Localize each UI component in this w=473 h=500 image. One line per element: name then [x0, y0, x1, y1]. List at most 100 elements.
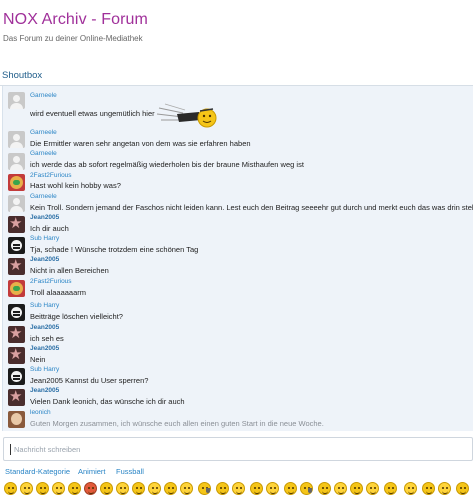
smiley-icon[interactable]: [300, 482, 313, 495]
face-avatar[interactable]: [8, 304, 25, 321]
site-subtitle: Das Forum zu deiner Online-Mediathek: [3, 34, 143, 43]
default-avatar[interactable]: [8, 153, 25, 170]
smiley-icon[interactable]: [266, 482, 279, 495]
message-text: Vielen Dank leonich, das wünsche ich dir…: [30, 397, 185, 406]
shout-message: 2Fast2Furious Troll alaaaaaarm: [3, 278, 473, 300]
smiley-icon[interactable]: [422, 482, 435, 495]
message-text: ich werde das ab sofort regelmäßig wiede…: [30, 160, 304, 169]
shout-message: leonich Guten Morgen zusammen, ich wünsc…: [3, 409, 473, 431]
smiley-icon[interactable]: [334, 482, 347, 495]
smiley-icon[interactable]: [198, 482, 211, 495]
smiley-icon[interactable]: [52, 482, 65, 495]
smiley-icon[interactable]: [100, 482, 113, 495]
star-avatar[interactable]: [8, 258, 25, 275]
star-avatar[interactable]: [8, 347, 25, 364]
smiley-icon[interactable]: [20, 482, 33, 495]
smiley-icon[interactable]: [216, 482, 229, 495]
smiley-icon[interactable]: [68, 482, 81, 495]
shout-message: 2Fast2Furious Hast wohl kein hobby was?: [3, 172, 473, 194]
shout-message: Garneele Kein Troll. Sondern jemand der …: [3, 193, 473, 215]
smiley-icon[interactable]: [250, 482, 263, 495]
shoutbox-title[interactable]: Shoutbox: [2, 70, 42, 81]
smiley-icon[interactable]: [438, 482, 451, 495]
shout-message: Jean2005 ich seh es: [3, 324, 473, 346]
message-text: Troll alaaaaaarm: [30, 288, 86, 297]
tab-standard-kategorie[interactable]: Standard-Kategorie: [5, 467, 70, 476]
star-avatar[interactable]: [8, 389, 25, 406]
smiley-icon[interactable]: [164, 482, 177, 495]
face-avatar[interactable]: [8, 237, 25, 254]
shout-message: Jean2005 Nicht in allen Bereichen: [3, 256, 473, 278]
motorbike-smiley-icon: [156, 103, 217, 128]
mickey-avatar[interactable]: [8, 280, 25, 297]
message-author[interactable]: Sub Harry: [30, 366, 59, 373]
shout-message: Garneele ich werde das ab sofort regelmä…: [3, 150, 473, 172]
smiley-icon[interactable]: [366, 482, 379, 495]
message-author[interactable]: Jean2005: [30, 345, 59, 352]
smiley-icon[interactable]: [36, 482, 49, 495]
site-title[interactable]: NOX Archiv - Forum: [3, 11, 148, 29]
message-author[interactable]: Garneele: [30, 129, 57, 136]
shout-message: Jean2005 Ich dir auch: [3, 214, 473, 236]
smiley-icon[interactable]: [384, 482, 397, 495]
message-text: Hast wohl kein hobby was?: [30, 181, 121, 190]
leonich-avatar[interactable]: [8, 411, 25, 428]
tab-animiert[interactable]: Animiert: [78, 467, 106, 476]
message-text: Guten Morgen zusammen, ich wünsche euch …: [30, 419, 324, 428]
message-input-placeholder: Nachricht schreiben: [14, 445, 81, 454]
message-text: Kein Troll. Sondern jemand der Faschos n…: [30, 203, 473, 212]
message-text: Ich dir auch: [30, 224, 69, 233]
shout-message: Sub Harry Beitträge löschen vielleicht?: [3, 302, 473, 324]
message-text: Nicht in allen Bereichen: [30, 266, 109, 275]
face-avatar[interactable]: [8, 368, 25, 385]
message-text: Jean2005 Kannst du User sperren?: [30, 376, 149, 385]
smiley-icon[interactable]: [232, 482, 245, 495]
shout-message: Garneele wird eventuell etwas ungemütlic…: [3, 86, 473, 128]
smiley-icon[interactable]: [456, 482, 469, 495]
star-avatar[interactable]: [8, 326, 25, 343]
shout-message: Sub Harry Tja, schade ! Wünsche trotzdem…: [3, 235, 473, 257]
message-author[interactable]: 2Fast2Furious: [30, 172, 72, 179]
message-text: Beitträge löschen vielleicht?: [30, 312, 123, 321]
message-author[interactable]: Sub Harry: [30, 302, 59, 309]
mickey-avatar[interactable]: [8, 174, 25, 191]
smiley-icon[interactable]: [350, 482, 363, 495]
shoutbox-messages[interactable]: Garneele wird eventuell etwas ungemütlic…: [2, 86, 473, 431]
message-author[interactable]: Garneele: [30, 92, 57, 99]
message-author[interactable]: Sub Harry: [30, 235, 59, 242]
message-author[interactable]: Jean2005: [30, 256, 59, 263]
smiley-icon[interactable]: [116, 482, 129, 495]
message-author[interactable]: leonich: [30, 409, 51, 416]
message-author[interactable]: Jean2005: [30, 324, 59, 331]
star-avatar[interactable]: [8, 216, 25, 233]
text-caret: [10, 444, 11, 455]
default-avatar[interactable]: [8, 92, 25, 109]
message-text: ich seh es: [30, 334, 64, 343]
message-text: Die Ermittler waren sehr angetan von dem…: [30, 139, 251, 148]
message-author[interactable]: Garneele: [30, 150, 57, 157]
message-author[interactable]: 2Fast2Furious: [30, 278, 72, 285]
default-avatar[interactable]: [8, 131, 25, 148]
smiley-icon[interactable]: [148, 482, 161, 495]
message-author[interactable]: Jean2005: [30, 214, 59, 221]
smiley-bar: [0, 480, 473, 500]
shout-message: Jean2005 Nein: [3, 345, 473, 367]
message-author[interactable]: Garneele: [30, 193, 57, 200]
smiley-icon[interactable]: [132, 482, 145, 495]
tab-fussball[interactable]: Fussball: [116, 467, 144, 476]
smiley-icon[interactable]: [84, 482, 97, 495]
smiley-icon[interactable]: [404, 482, 417, 495]
shout-message: Sub Harry Jean2005 Kannst du User sperre…: [3, 366, 473, 388]
message-author[interactable]: Jean2005: [30, 387, 59, 394]
shout-message: Jean2005 Vielen Dank leonich, das wünsch…: [3, 387, 473, 409]
smiley-icon[interactable]: [4, 482, 17, 495]
message-text: Nein: [30, 355, 46, 364]
message-text: Tja, schade ! Wünsche trotzdem eine schö…: [30, 245, 199, 254]
message-text: wird eventuell etwas ungemütlich hier: [30, 109, 155, 118]
default-avatar[interactable]: [8, 195, 25, 212]
smiley-icon[interactable]: [180, 482, 193, 495]
smiley-icon[interactable]: [284, 482, 297, 495]
smiley-icon[interactable]: [318, 482, 331, 495]
message-input[interactable]: Nachricht schreiben: [3, 437, 473, 461]
shout-message: Garneele Die Ermittler waren sehr angeta…: [3, 128, 473, 150]
